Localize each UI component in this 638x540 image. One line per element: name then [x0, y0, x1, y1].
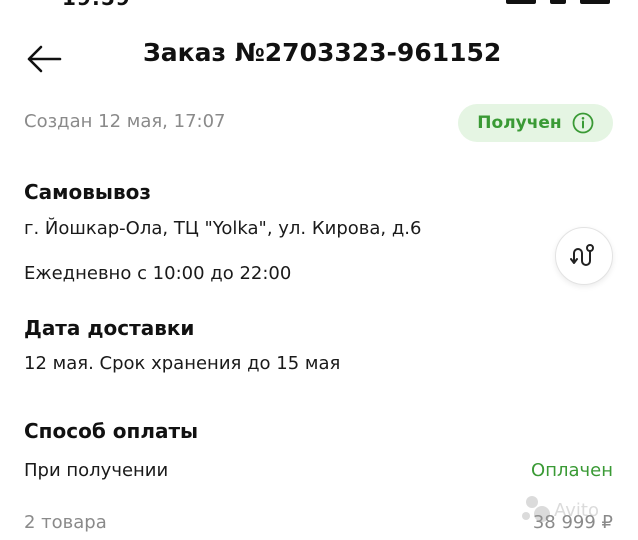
payment-title: Способ оплаты	[24, 419, 199, 443]
items-count: 2 товара	[24, 512, 107, 533]
battery-icon	[580, 0, 610, 4]
status-badge-label: Получен	[477, 113, 562, 133]
route-icon	[570, 244, 594, 266]
status-bar-time: 19:59	[62, 0, 131, 10]
pickup-address: г. Йошкар-Ола, ТЦ "Yolka", ул. Кирова, д…	[24, 218, 422, 239]
delivery-info: 12 мая. Срок хранения до 15 мая	[24, 353, 341, 374]
status-badge[interactable]: Получен	[458, 104, 613, 142]
pickup-title: Самовывоз	[24, 180, 152, 204]
back-button[interactable]	[22, 37, 66, 81]
delivery-title: Дата доставки	[24, 316, 195, 340]
watermark-text: Avito	[554, 500, 599, 521]
pickup-hours: Ежедневно с 10:00 до 22:00	[24, 263, 292, 284]
order-created-date: Создан 12 мая, 17:07	[24, 111, 226, 132]
route-button[interactable]	[555, 227, 613, 285]
avito-watermark-logo: Avito	[522, 496, 599, 522]
page-title: Заказ №2703323-961152	[143, 38, 502, 67]
signal-icon	[506, 0, 536, 4]
wifi-icon	[550, 0, 566, 4]
order-details-screen: 19:59 Заказ №2703323-961152 Создан 12 ма…	[0, 0, 638, 540]
arrow-left-icon	[27, 45, 62, 73]
status-bar-indicators	[506, 0, 610, 4]
info-icon	[572, 112, 594, 134]
payment-method: При получении	[24, 460, 169, 481]
payment-status: Оплачен	[531, 460, 613, 481]
